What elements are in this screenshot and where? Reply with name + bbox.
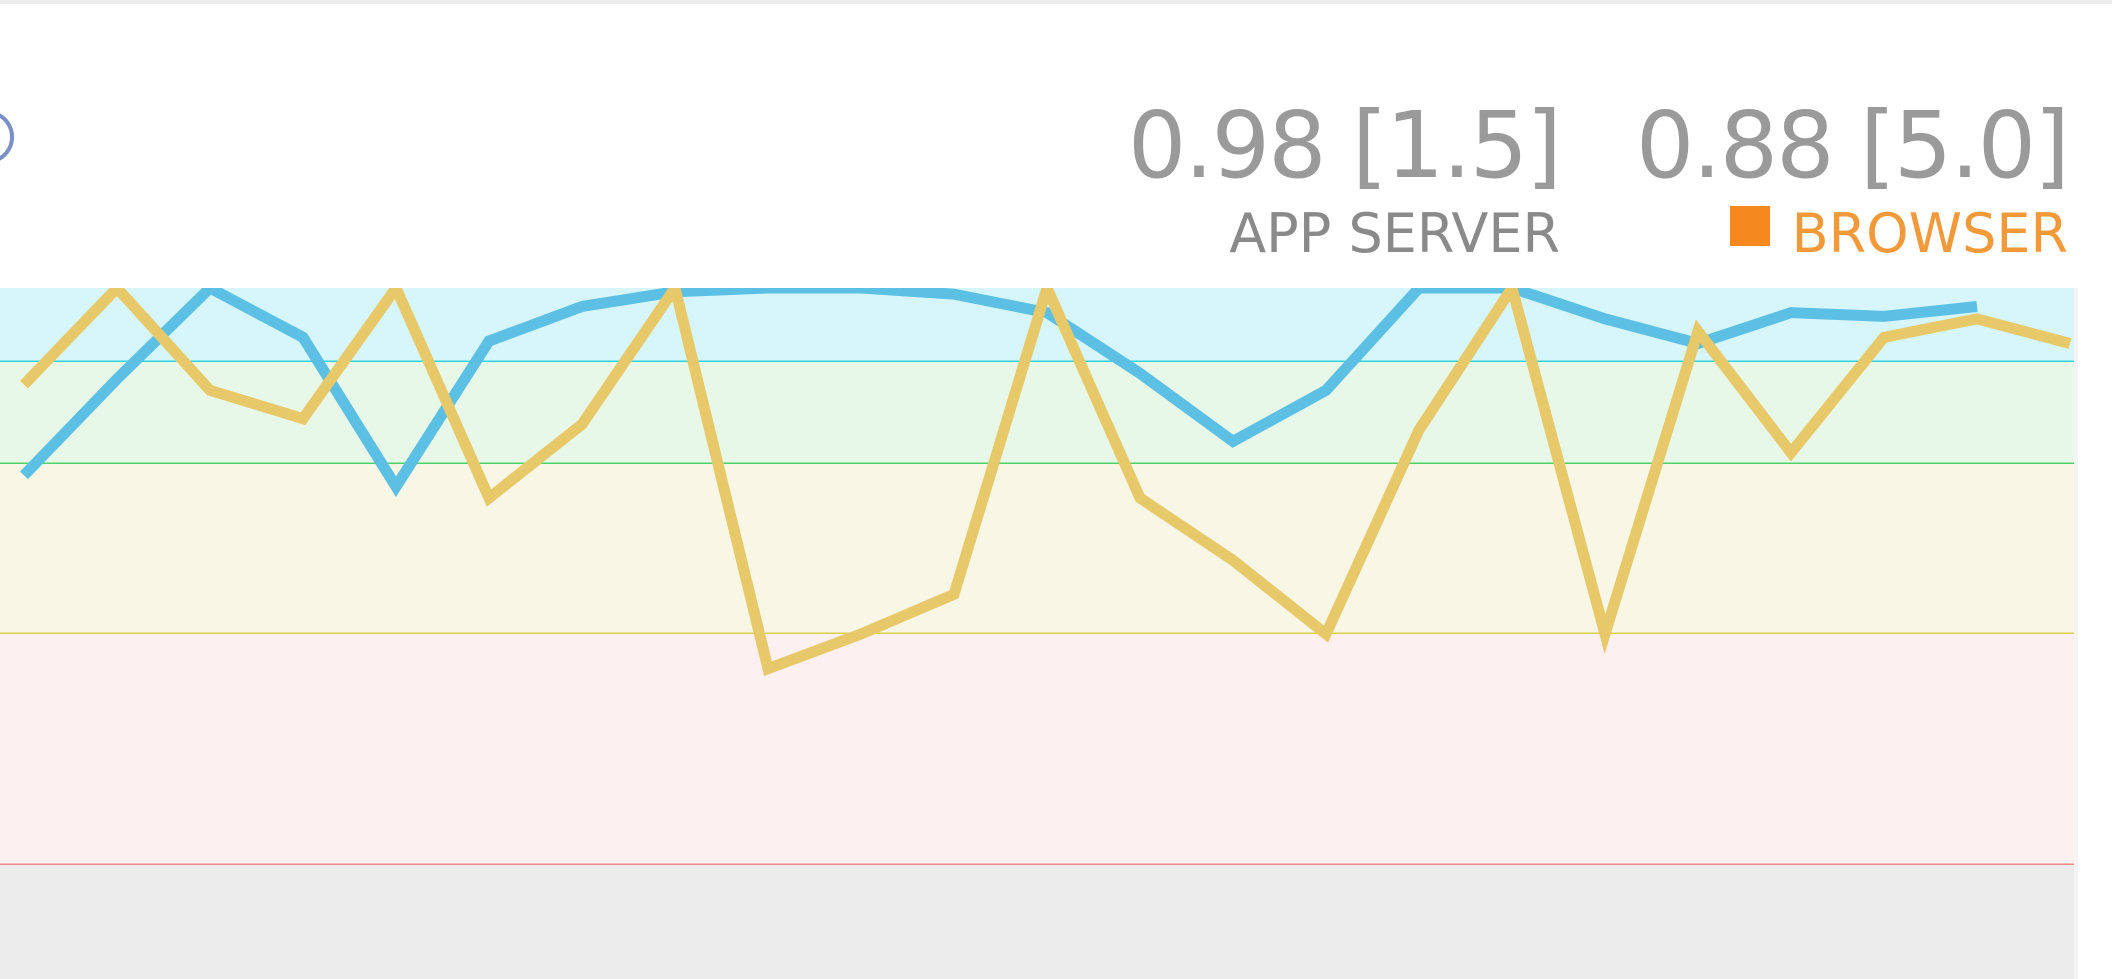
band-fair <box>0 464 2074 634</box>
app-server-metric: 0.98 [1.5] APP SERVER <box>1127 92 1562 265</box>
top-divider <box>0 0 2112 4</box>
app-server-value: 0.98 [1.5] <box>1127 92 1562 199</box>
browser-value: 0.88 [5.0] <box>1635 92 2070 199</box>
browser-metric: 0.88 [5.0] BROWSER <box>1635 92 2070 264</box>
app-server-label: APP SERVER <box>1229 202 1560 265</box>
browser-legend-swatch <box>1729 206 1770 246</box>
band-unacceptable <box>0 865 2074 979</box>
info-icon[interactable] <box>0 110 14 164</box>
chart-right-border <box>2074 288 2078 979</box>
browser-label-row: BROWSER <box>1636 204 2068 264</box>
browser-label: BROWSER <box>1791 202 2068 265</box>
apdex-chart <box>0 288 2074 979</box>
band-poor <box>0 634 2074 865</box>
threshold-bands <box>0 288 2074 979</box>
